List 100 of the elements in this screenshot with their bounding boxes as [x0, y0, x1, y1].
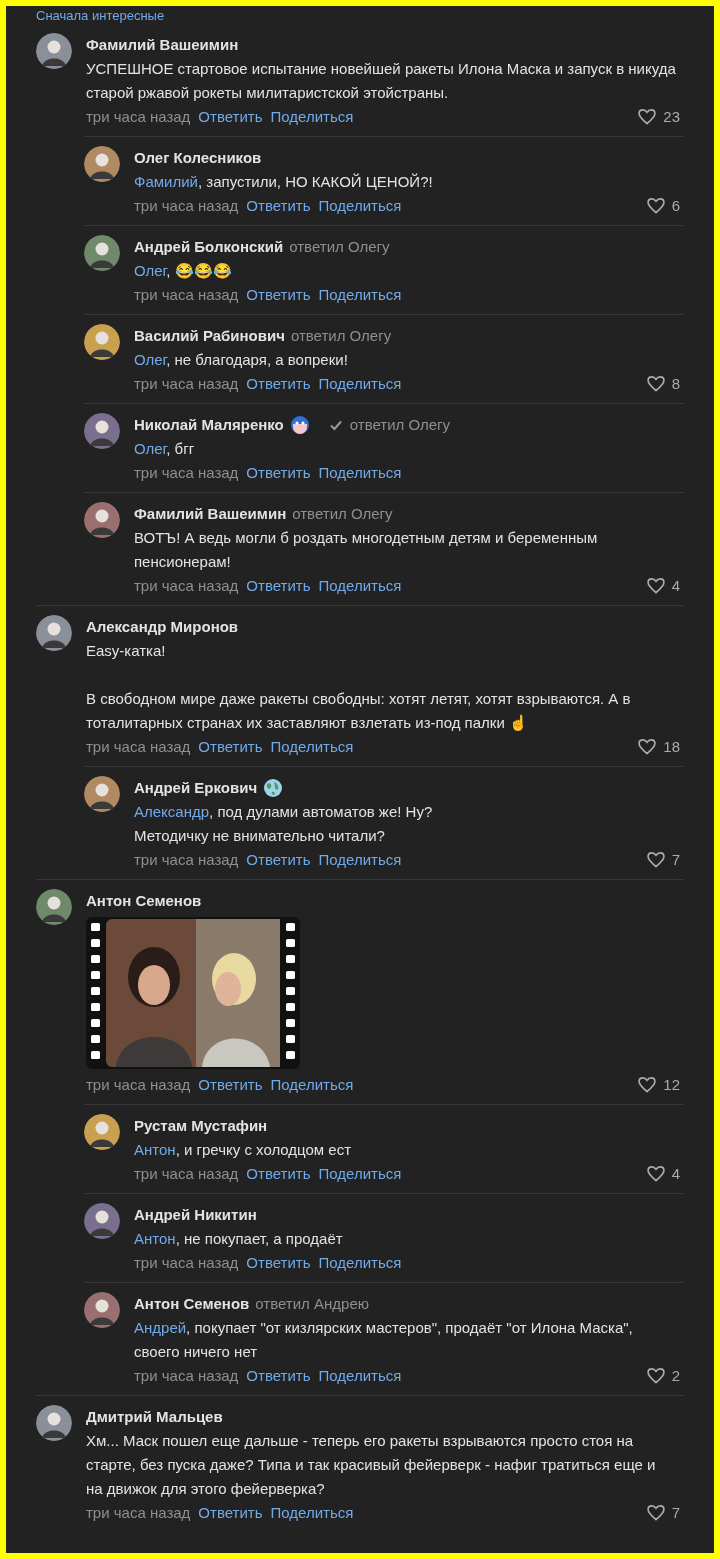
reply-link[interactable]: Ответить [246, 848, 311, 872]
avatar[interactable] [36, 889, 72, 925]
reply-info: ответил Олегу [290, 326, 392, 346]
avatar[interactable] [84, 413, 120, 449]
author-name[interactable]: Фамилий Вашеимин [86, 33, 239, 57]
timestamp: три часа назад [134, 463, 239, 483]
mention-link[interactable]: Фамилий [134, 173, 198, 190]
heart-icon [645, 196, 666, 216]
like-button[interactable]: 23 [637, 105, 684, 129]
timestamp: три часа назад [134, 1253, 239, 1273]
reply-link[interactable]: Ответить [246, 372, 311, 396]
reply-link[interactable]: Ответить [246, 1251, 311, 1275]
share-link[interactable]: Поделиться [318, 848, 402, 872]
like-button[interactable]: 7 [645, 1501, 684, 1525]
heart-icon [645, 374, 666, 394]
reply-info: ответил Олегу [289, 237, 390, 257]
like-button[interactable]: 4 [645, 1162, 684, 1186]
author-name[interactable]: Андрей Никитин [134, 1203, 257, 1227]
avatar[interactable] [84, 235, 120, 271]
avatar[interactable] [84, 776, 120, 812]
reply-link[interactable]: Ответить [246, 574, 311, 598]
share-link[interactable]: Поделиться [318, 372, 402, 396]
reply-info: ответил Олегу [349, 415, 451, 435]
share-link[interactable]: Поделиться [318, 1162, 402, 1186]
author-name[interactable]: Василий Рабинович [134, 324, 285, 348]
avatar[interactable] [36, 615, 72, 651]
author-name[interactable]: Антон Семенов [134, 1292, 250, 1316]
avatar[interactable] [36, 33, 72, 69]
reply-link[interactable]: Ответить [246, 461, 311, 485]
like-button[interactable]: 6 [645, 194, 684, 218]
reply-link[interactable]: Ответить [246, 283, 311, 307]
heart-icon [645, 1366, 666, 1386]
share-link[interactable]: Поделиться [270, 105, 354, 129]
timestamp: три часа назад [134, 576, 239, 596]
like-button[interactable]: 8 [645, 372, 684, 396]
heart-icon [637, 1075, 658, 1095]
reply-info: ответил Андрею [255, 1294, 369, 1314]
timestamp: три часа назад [86, 1075, 191, 1095]
share-link[interactable]: Поделиться [270, 1501, 354, 1525]
mention-link[interactable]: Олег [134, 262, 167, 279]
sort-dropdown[interactable]: Сначала интересные [36, 6, 165, 24]
share-link[interactable]: Поделиться [318, 194, 402, 218]
avatar[interactable] [84, 1292, 120, 1328]
like-button[interactable]: 7 [645, 848, 684, 872]
mention-link[interactable]: Андрей [134, 1319, 187, 1336]
timestamp: три часа назад [134, 285, 239, 305]
share-link[interactable]: Поделиться [318, 461, 402, 485]
reply-info: ответил Олегу [292, 504, 393, 524]
avatar[interactable] [84, 502, 120, 538]
author-name[interactable]: Дмитрий Мальцев [86, 1405, 223, 1429]
like-button[interactable]: 18 [637, 735, 684, 759]
share-link[interactable]: Поделиться [270, 735, 354, 759]
reply-link[interactable]: Ответить [246, 1364, 311, 1388]
mention-link[interactable]: Олег [134, 351, 167, 368]
share-link[interactable]: Поделиться [318, 574, 402, 598]
mention-link[interactable]: Антон [134, 1230, 176, 1247]
like-button[interactable]: 4 [645, 574, 684, 598]
heart-icon [637, 737, 658, 757]
mention-link[interactable]: Олег [134, 440, 167, 457]
avatar[interactable] [84, 1203, 120, 1239]
like-button[interactable]: 12 [637, 1073, 684, 1097]
timestamp: три часа назад [134, 374, 239, 394]
reply-link[interactable]: Ответить [198, 1073, 263, 1097]
author-name[interactable]: Антон Семенов [86, 889, 202, 913]
timestamp: три часа назад [134, 1164, 239, 1184]
avatar[interactable] [84, 324, 120, 360]
author-name[interactable]: Андрей Еркович [134, 776, 258, 800]
timestamp: три часа назад [86, 737, 191, 757]
heart-icon [637, 107, 658, 127]
reply-link[interactable]: Ответить [198, 735, 263, 759]
author-name[interactable]: Фамилий Вашеимин [134, 502, 287, 526]
comment-text: Андрей, покупает "от кизлярских мастеров", продаёт "от Илона Маска", своего ничего нет [134, 1318, 634, 1362]
avatar[interactable] [36, 1405, 72, 1441]
comment-text: Александр, под дулами автоматов же! Ну? Методичку не внимательно читали? [134, 802, 434, 846]
comment-text: УСПЕШНОЕ стартовое испытание новейшей ракеты Илона Маска и запуск в никуда старой ржавой рокеты милитаристской этойстраны. [86, 59, 677, 103]
share-link[interactable]: Поделиться [318, 1364, 402, 1388]
comment-text: Фамилий, запустили, НО КАКОЙ ЦЕНОЙ?! [134, 172, 434, 192]
mask-icon [289, 415, 310, 435]
reply-link[interactable]: Ответить [246, 1162, 311, 1186]
reply-link[interactable]: Ответить [246, 194, 311, 218]
share-link[interactable]: Поделиться [318, 1251, 402, 1275]
comment-text: Антон, не покупает, а продаёт [134, 1229, 344, 1249]
comment-text: Олег, 😂😂😂 [134, 261, 233, 281]
reply-link[interactable]: Ответить [198, 1501, 263, 1525]
share-link[interactable]: Поделиться [270, 1073, 354, 1097]
author-name[interactable]: Олег Колесников [134, 146, 262, 170]
author-name[interactable]: Николай Маляренко [134, 413, 284, 437]
mention-link[interactable]: Антон [134, 1141, 176, 1158]
share-link[interactable]: Поделиться [318, 283, 402, 307]
author-name[interactable]: Андрей Болконский [134, 235, 284, 259]
avatar[interactable] [84, 146, 120, 182]
timestamp: три часа назад [134, 1366, 239, 1386]
like-button[interactable]: 2 [645, 1364, 684, 1388]
author-name[interactable]: Рустам Мустафин [134, 1114, 268, 1138]
reply-link[interactable]: Ответить [198, 105, 263, 129]
comment-text: Easy-катка! [86, 641, 167, 661]
author-name[interactable]: Александр Миронов [86, 615, 239, 639]
timestamp: три часа назад [134, 850, 239, 870]
comment-text: В свободном мире даже ракеты свободны: хотят летят, хотят взрываются. А в тоталитарных странах их заставляют взлетать из-под палки ☝ [86, 689, 632, 733]
avatar[interactable] [84, 1114, 120, 1150]
